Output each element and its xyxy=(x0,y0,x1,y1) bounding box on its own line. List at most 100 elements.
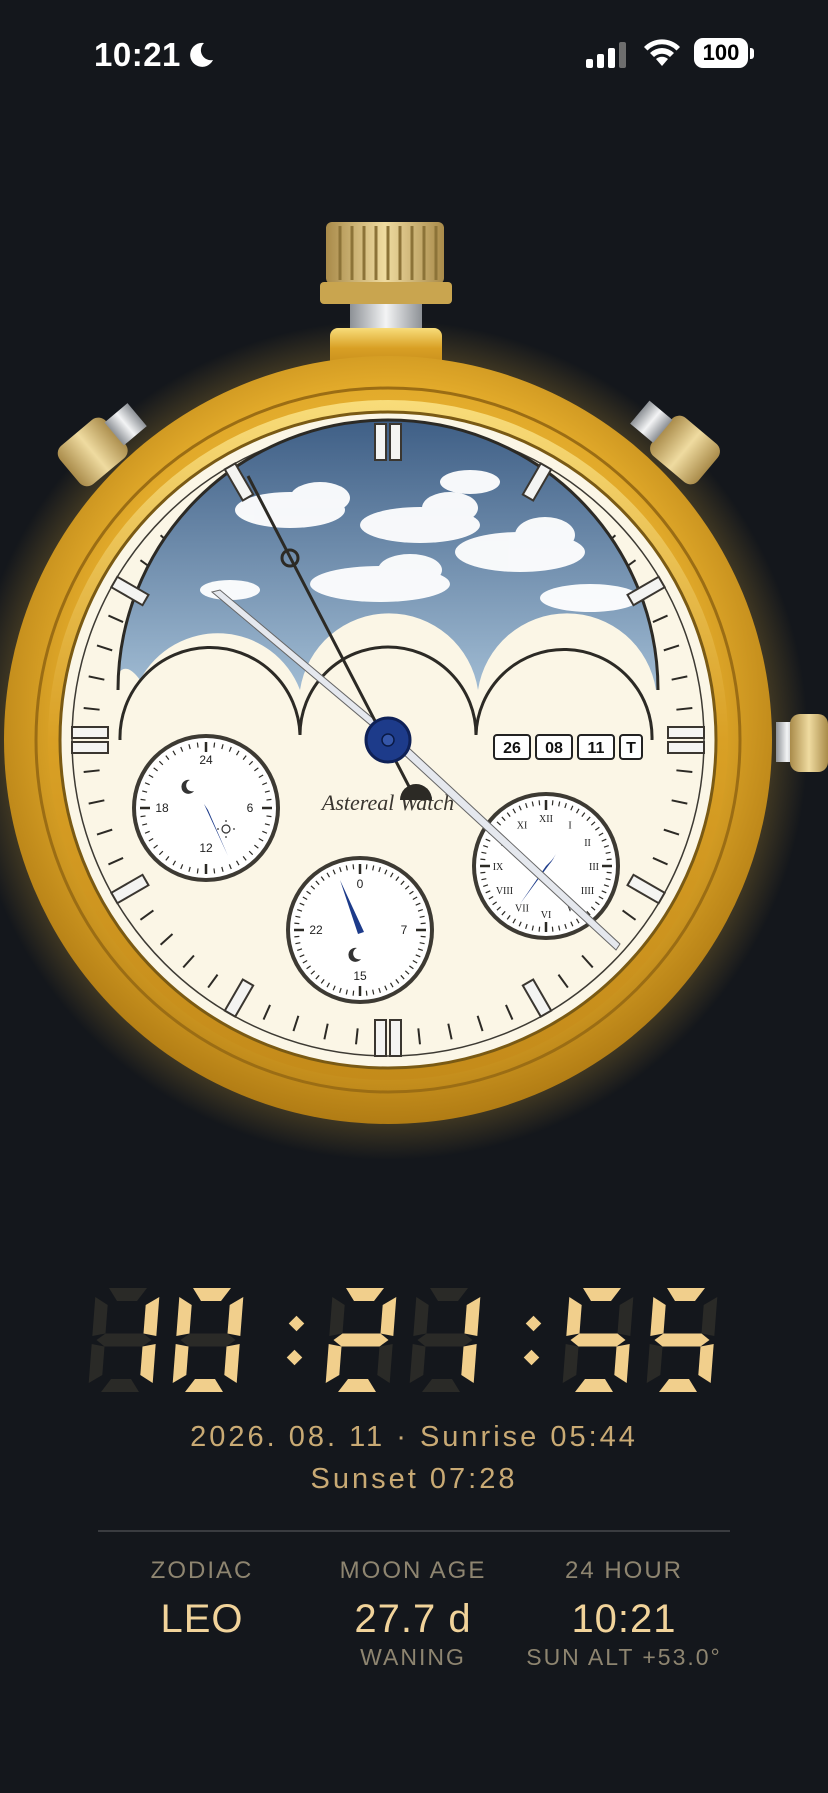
segment-b xyxy=(227,1297,244,1336)
segment-f xyxy=(92,1297,108,1336)
brand-logo: Astereal Watch xyxy=(320,790,454,815)
segment-a xyxy=(346,1288,384,1301)
battery-tip xyxy=(750,48,754,59)
roman-numeral: II xyxy=(584,838,591,849)
wifi-icon xyxy=(644,39,680,66)
roman-numeral: XII xyxy=(539,814,553,825)
segment-f xyxy=(329,1297,345,1336)
zodiac-label: ZODIAC xyxy=(150,1557,254,1584)
digit-minute-ones xyxy=(409,1288,481,1392)
roman-numeral: IX xyxy=(493,862,504,873)
segment-e xyxy=(325,1344,342,1383)
date-window-weekday: T xyxy=(626,740,636,757)
hour24-panel: 24 HOUR 10:21 SUN ALT +53.0° xyxy=(504,1557,744,1671)
segment-b xyxy=(380,1297,397,1336)
zodiac-value: LEO xyxy=(160,1597,244,1641)
subdial-24h-label-24: 24 xyxy=(199,753,213,767)
roman-numeral: I xyxy=(568,820,571,831)
segment-a xyxy=(583,1288,621,1301)
segment-d xyxy=(185,1379,223,1392)
segment-c xyxy=(614,1344,630,1383)
subdial-bottom-label-7: 7 xyxy=(401,923,408,937)
crown[interactable] xyxy=(320,222,452,368)
digital-clock: 10 21 55 xyxy=(80,1280,740,1400)
segment-f xyxy=(566,1297,582,1336)
moon-phase-status: WANING xyxy=(360,1644,466,1670)
segment-c xyxy=(461,1344,477,1383)
signal-icon xyxy=(586,42,626,68)
sunset-line: Sunset 07:28 xyxy=(310,1463,518,1495)
segment-c xyxy=(140,1344,156,1383)
moon-age-panel: MOON AGE 27.7 d WANING xyxy=(293,1557,533,1671)
segment-e xyxy=(409,1344,426,1383)
subdial-bottom-label-0: 0 xyxy=(357,877,364,891)
date-windows: 26 08 11 T xyxy=(493,734,643,760)
segment-c xyxy=(224,1344,240,1383)
digit-hour-tens xyxy=(88,1288,160,1392)
segment-b xyxy=(143,1297,160,1336)
segment-e xyxy=(88,1344,105,1383)
segment-g xyxy=(654,1333,710,1347)
segment-d xyxy=(575,1379,613,1392)
digit-minute-tens xyxy=(325,1288,397,1392)
subdial-roman: XIIIIIIIIIIIIVVIVIIVIIIIXXXI xyxy=(472,792,620,940)
segment-g xyxy=(417,1333,473,1347)
segment-a xyxy=(109,1288,147,1301)
divider xyxy=(98,1530,730,1532)
hour24-value: 10:21 xyxy=(571,1597,677,1641)
segment-g xyxy=(180,1333,236,1347)
subdial-24h: 24 6 12 18 xyxy=(132,734,280,882)
roman-numeral: VIII xyxy=(496,886,513,897)
digit-second-tens xyxy=(562,1288,634,1392)
moon-age-label: MOON AGE xyxy=(339,1557,487,1584)
status-bar: 10:21 100 xyxy=(0,0,828,110)
subdial-24h-label-12: 12 xyxy=(199,841,213,855)
seven-segment-display xyxy=(88,1288,718,1392)
segment-g xyxy=(333,1333,389,1347)
segment-e xyxy=(172,1344,189,1383)
roman-numeral: IIII xyxy=(581,886,594,897)
segment-a xyxy=(430,1288,468,1301)
subdial-24h-label-6: 6 xyxy=(247,801,254,815)
segment-d xyxy=(338,1379,376,1392)
segment-g xyxy=(570,1333,626,1347)
subdial-bottom-label-15: 15 xyxy=(353,969,367,983)
digit-hour-ones xyxy=(172,1288,244,1392)
segment-b xyxy=(617,1297,634,1336)
segment-c xyxy=(698,1344,714,1383)
roman-numeral: VI xyxy=(541,910,552,921)
date-window-year: 26 xyxy=(503,740,521,757)
battery-level: 100 xyxy=(702,40,740,65)
segment-b xyxy=(701,1297,718,1336)
segment-a xyxy=(667,1288,705,1301)
segment-a xyxy=(193,1288,231,1301)
pocket-watch: 26 08 11 T Astereal Watch 24 6 12 18 0 7… xyxy=(0,222,828,1160)
date-window-month: 08 xyxy=(545,740,563,757)
roman-numeral: III xyxy=(589,862,599,873)
sun-altitude: SUN ALT +53.0° xyxy=(526,1644,722,1670)
segment-g xyxy=(96,1333,152,1347)
hour24-label: 24 HOUR xyxy=(564,1557,684,1584)
segment-b xyxy=(464,1297,481,1336)
subdial-24h-label-18: 18 xyxy=(155,801,169,815)
zodiac-panel: ZODIAC LEO xyxy=(82,1557,322,1642)
segment-f xyxy=(413,1297,429,1336)
subdial-bottom-label-22: 22 xyxy=(309,923,323,937)
segment-d xyxy=(659,1379,697,1392)
subdial-bottom: 0 7 15 22 xyxy=(286,856,434,1004)
moon-icon xyxy=(190,42,213,67)
digit-second-ones xyxy=(646,1288,718,1392)
moon-age-value: 27.7 d xyxy=(354,1597,472,1641)
segment-d xyxy=(101,1379,139,1392)
roman-numeral: VII xyxy=(515,904,529,915)
segment-f xyxy=(176,1297,192,1336)
segment-c xyxy=(377,1344,393,1383)
colon-separator xyxy=(286,1315,305,1366)
date-window-day: 11 xyxy=(588,740,605,757)
segment-d xyxy=(422,1379,460,1392)
roman-numeral: XI xyxy=(517,820,528,831)
status-time: 10:21 xyxy=(94,36,181,73)
segment-e xyxy=(562,1344,579,1383)
date-sunrise-line: 2026. 08. 11 · Sunrise 05:44 xyxy=(190,1421,638,1453)
segment-f xyxy=(650,1297,666,1336)
